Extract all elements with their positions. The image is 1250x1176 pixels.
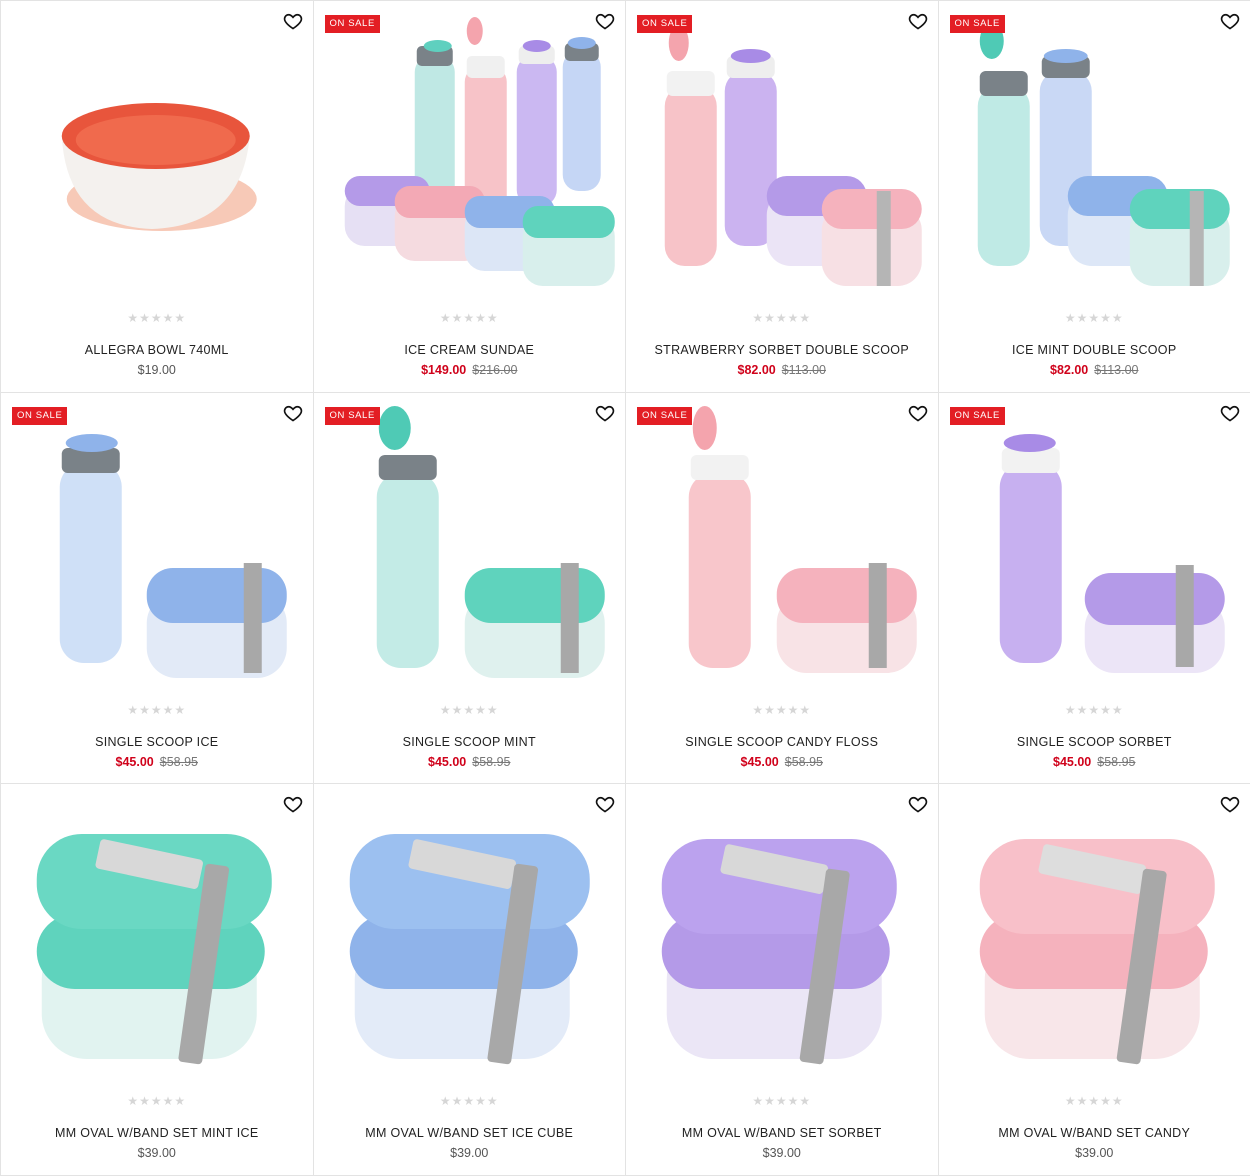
rating-stars: ★★★★★ — [314, 311, 626, 325]
price: $39.00 — [450, 1146, 488, 1160]
product-name[interactable]: STRAWBERRY SORBET DOUBLE SCOOP — [626, 343, 938, 357]
on-sale-badge: ON SALE — [325, 15, 380, 33]
price-row: $39.00 — [1, 1146, 313, 1160]
product-image[interactable] — [949, 794, 1241, 1084]
heart-icon[interactable] — [908, 11, 928, 31]
product-name[interactable]: ICE CREAM SUNDAE — [314, 343, 626, 357]
original-price: $58.95 — [160, 755, 198, 769]
rating-stars: ★★★★★ — [1, 1094, 313, 1108]
price-row: $45.00 $58.95 — [314, 755, 626, 769]
heart-icon[interactable] — [595, 11, 615, 31]
sale-price: $45.00 — [428, 755, 466, 769]
product-image[interactable] — [636, 11, 928, 301]
on-sale-badge: ON SALE — [637, 15, 692, 33]
rating-stars: ★★★★★ — [626, 1094, 938, 1108]
product-image[interactable] — [636, 403, 928, 693]
product-image[interactable] — [324, 403, 616, 693]
product-card[interactable]: ★★★★★ MM OVAL W/BAND SET ICE CUBE $39.00 — [313, 783, 627, 1176]
product-card[interactable]: ★★★★★ MM OVAL W/BAND SET CANDY $39.00 — [938, 783, 1250, 1176]
sale-price: $45.00 — [1053, 755, 1091, 769]
price-row: $19.00 — [1, 363, 313, 377]
price: $39.00 — [763, 1146, 801, 1160]
rating-stars: ★★★★★ — [626, 311, 938, 325]
sale-price: $45.00 — [116, 755, 154, 769]
on-sale-badge: ON SALE — [637, 407, 692, 425]
product-name[interactable]: SINGLE SCOOP CANDY FLOSS — [626, 735, 938, 749]
original-price: $113.00 — [782, 363, 826, 377]
product-name[interactable]: ALLEGRA BOWL 740ML — [1, 343, 313, 357]
product-card[interactable]: ON SALE ★★★★★ SINGLE SCOOP SORBET $45.00… — [938, 392, 1250, 785]
product-image[interactable] — [11, 11, 303, 301]
product-card[interactable]: ON SALE ★★★★★ STRAWBERRY SORBET DOUBLE S… — [625, 0, 939, 393]
rating-stars: ★★★★★ — [939, 311, 1250, 325]
on-sale-badge: ON SALE — [950, 15, 1005, 33]
product-image[interactable] — [11, 403, 303, 693]
product-name[interactable]: MM OVAL W/BAND SET ICE CUBE — [314, 1126, 626, 1140]
price: $39.00 — [1075, 1146, 1113, 1160]
price-row: $82.00 $113.00 — [939, 363, 1250, 377]
rating-stars: ★★★★★ — [314, 1094, 626, 1108]
heart-icon[interactable] — [1220, 403, 1240, 423]
heart-icon[interactable] — [908, 794, 928, 814]
rating-stars: ★★★★★ — [626, 703, 938, 717]
product-card[interactable]: ★★★★★ ALLEGRA BOWL 740ML $19.00 — [0, 0, 314, 393]
heart-icon[interactable] — [1220, 11, 1240, 31]
original-price: $58.95 — [785, 755, 823, 769]
product-card[interactable]: ★★★★★ MM OVAL W/BAND SET MINT ICE $39.00 — [0, 783, 314, 1176]
product-image[interactable] — [636, 794, 928, 1084]
original-price: $113.00 — [1094, 363, 1138, 377]
price-row: $39.00 — [939, 1146, 1250, 1160]
rating-stars: ★★★★★ — [1, 703, 313, 717]
product-image[interactable] — [324, 11, 616, 301]
heart-icon[interactable] — [283, 794, 303, 814]
rating-stars: ★★★★★ — [939, 703, 1250, 717]
product-name[interactable]: MM OVAL W/BAND SET MINT ICE — [1, 1126, 313, 1140]
rating-stars: ★★★★★ — [939, 1094, 1250, 1108]
product-card[interactable]: ON SALE ★★★★★ ICE CREAM SUNDAE $149.00 $2… — [313, 0, 627, 393]
original-price: $216.00 — [472, 363, 517, 377]
heart-icon[interactable] — [595, 403, 615, 423]
heart-icon[interactable] — [283, 11, 303, 31]
product-grid: ★★★★★ ALLEGRA BOWL 740ML $19.00 ON SALE … — [0, 0, 1250, 1175]
price-row: $45.00 $58.95 — [939, 755, 1250, 769]
rating-stars: ★★★★★ — [1, 311, 313, 325]
product-card[interactable]: ★★★★★ MM OVAL W/BAND SET SORBET $39.00 — [625, 783, 939, 1176]
product-name[interactable]: SINGLE SCOOP MINT — [314, 735, 626, 749]
on-sale-badge: ON SALE — [325, 407, 380, 425]
heart-icon[interactable] — [908, 403, 928, 423]
on-sale-badge: ON SALE — [12, 407, 67, 425]
product-card[interactable]: ON SALE ★★★★★ SINGLE SCOOP CANDY FLOSS $… — [625, 392, 939, 785]
sale-price: $82.00 — [1050, 363, 1088, 377]
product-image[interactable] — [949, 11, 1241, 301]
heart-icon[interactable] — [1220, 794, 1240, 814]
price-row: $39.00 — [314, 1146, 626, 1160]
price-row: $45.00 $58.95 — [1, 755, 313, 769]
product-image[interactable] — [949, 403, 1241, 693]
product-card[interactable]: ON SALE ★★★★★ SINGLE SCOOP MINT $45.00 $5… — [313, 392, 627, 785]
on-sale-badge: ON SALE — [950, 407, 1005, 425]
product-name[interactable]: MM OVAL W/BAND SET SORBET — [626, 1126, 938, 1140]
price: $39.00 — [138, 1146, 176, 1160]
product-card[interactable]: ON SALE ★★★★★ SINGLE SCOOP ICE $45.00 $58… — [0, 392, 314, 785]
sale-price: $149.00 — [421, 363, 466, 377]
product-image[interactable] — [11, 794, 303, 1084]
product-name[interactable]: SINGLE SCOOP ICE — [1, 735, 313, 749]
price: $19.00 — [138, 363, 176, 377]
price-row: $82.00 $113.00 — [626, 363, 938, 377]
sale-price: $82.00 — [738, 363, 776, 377]
original-price: $58.95 — [1097, 755, 1135, 769]
heart-icon[interactable] — [595, 794, 615, 814]
rating-stars: ★★★★★ — [314, 703, 626, 717]
product-image[interactable] — [324, 794, 616, 1084]
price-row: $149.00 $216.00 — [314, 363, 626, 377]
original-price: $58.95 — [472, 755, 510, 769]
price-row: $45.00 $58.95 — [626, 755, 938, 769]
heart-icon[interactable] — [283, 403, 303, 423]
sale-price: $45.00 — [741, 755, 779, 769]
product-name[interactable]: SINGLE SCOOP SORBET — [939, 735, 1250, 749]
product-card[interactable]: ON SALE ★★★★★ ICE MINT DOUBLE SCOOP $82.… — [938, 0, 1250, 393]
price-row: $39.00 — [626, 1146, 938, 1160]
product-name[interactable]: ICE MINT DOUBLE SCOOP — [939, 343, 1250, 357]
product-name[interactable]: MM OVAL W/BAND SET CANDY — [939, 1126, 1250, 1140]
